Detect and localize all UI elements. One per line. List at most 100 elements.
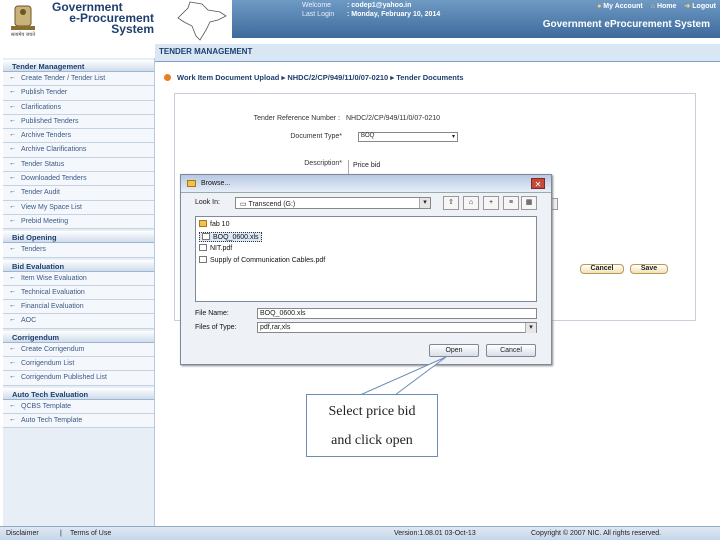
folder-icon bbox=[187, 180, 196, 187]
file-list: fab 10 BOQ_0600.xls NIT.pdf Supply of Co… bbox=[195, 216, 537, 302]
sidebar-item[interactable]: Tender Audit bbox=[3, 186, 154, 201]
chevron-right-icon: ▸ bbox=[390, 73, 395, 82]
file-name: NIT.pdf bbox=[210, 245, 233, 252]
logout-link[interactable]: ➜ Logout bbox=[684, 2, 716, 11]
welcome-value: : codep1@yahoo.in bbox=[347, 2, 412, 9]
file-item-selected[interactable]: BOQ_0600.xls bbox=[199, 232, 262, 242]
chevron-down-icon: ▾ bbox=[451, 134, 455, 140]
cancel-button[interactable]: Cancel bbox=[486, 344, 536, 357]
section-header: TENDER MANAGEMENT bbox=[155, 44, 720, 62]
home-folder-icon[interactable]: ⌂ bbox=[463, 196, 479, 210]
sidebar-item[interactable]: Technical Evaluation bbox=[3, 285, 154, 301]
open-button[interactable]: Open bbox=[429, 344, 479, 357]
header: सत्यमेव जयते Government e-Procurement Sy… bbox=[0, 0, 720, 44]
filetype-label: Files of Type: bbox=[195, 324, 237, 331]
user-icon: ● bbox=[597, 2, 602, 10]
top-bar: Welcome: codep1@yahoo.in Last Login: Mon… bbox=[232, 0, 720, 38]
sidebar-item[interactable]: Publish Tender bbox=[3, 86, 154, 101]
my-account-label: My Account bbox=[603, 2, 643, 10]
chevron-right-icon: ▸ bbox=[281, 73, 286, 82]
svg-text:सत्यमेव जयते: सत्यमेव जयते bbox=[11, 31, 35, 38]
sidebar-item[interactable]: Corrigendum List bbox=[3, 357, 154, 372]
up-folder-icon[interactable]: ⇧ bbox=[443, 196, 459, 210]
sidebar: Tender ManagementCreate Tender / Tender … bbox=[3, 58, 155, 526]
footer: Disclaimer | Terms of Use Version:1.08.0… bbox=[0, 526, 720, 540]
browse-dialog: Browse... ✕ Look In: ▭ Transcend (G:) ▾ ⇧… bbox=[180, 174, 552, 365]
breadcrumb: Work Item Document Upload ▸ NHDC/2/CP/94… bbox=[164, 73, 464, 82]
sidebar-item[interactable]: Archive Clarifications bbox=[3, 143, 154, 158]
bullet-icon bbox=[164, 74, 171, 81]
sidebar-item[interactable]: QCBS Template bbox=[3, 399, 154, 414]
sidebar-item[interactable]: Financial Evaluation bbox=[3, 300, 154, 315]
sidebar-item[interactable]: Clarifications bbox=[3, 100, 154, 115]
form-save-button[interactable]: Save bbox=[630, 264, 668, 274]
sidebar-item[interactable]: Auto Tech Template bbox=[3, 413, 154, 429]
filetype-select[interactable]: pdf,rar,xls ▾ bbox=[257, 322, 537, 333]
sidebar-item[interactable]: Item Wise Evaluation bbox=[3, 271, 154, 286]
breadcrumb-page[interactable]: Work Item Document Upload bbox=[177, 73, 279, 82]
copyright-text: Copyright © 2007 NIC. All rights reserve… bbox=[531, 530, 662, 537]
file-item[interactable]: fab 10 bbox=[199, 220, 229, 228]
brand-line-3: System bbox=[111, 22, 154, 36]
logout-icon: ➜ bbox=[684, 3, 691, 10]
sidebar-item[interactable]: Prebid Meeting bbox=[3, 214, 154, 230]
sidebar-item[interactable]: View My Space List bbox=[3, 200, 154, 215]
breadcrumb-tender[interactable]: NHDC/2/CP/949/11/0/07-0210 bbox=[287, 73, 388, 82]
file-item[interactable]: Supply of Communication Cables.pdf bbox=[199, 256, 325, 264]
sidebar-item[interactable]: Published Tenders bbox=[3, 114, 154, 130]
callout-line-1: Select price bid bbox=[328, 404, 416, 419]
file-icon bbox=[202, 233, 210, 240]
welcome-label: Welcome bbox=[302, 2, 332, 9]
sidebar-section-title: Bid Opening bbox=[3, 231, 154, 244]
india-map-icon bbox=[177, 1, 227, 41]
sidebar-item[interactable]: Tenders bbox=[3, 243, 154, 258]
instruction-callout: Select price bid and click open bbox=[306, 394, 438, 457]
callout-line-2: and click open bbox=[331, 433, 413, 448]
new-folder-icon[interactable]: + bbox=[483, 196, 499, 210]
lookin-label: Look In: bbox=[195, 199, 220, 206]
home-label: Home bbox=[656, 2, 677, 10]
terms-link[interactable]: Terms of Use bbox=[70, 530, 111, 537]
my-account-link[interactable]: ● My Account bbox=[597, 2, 643, 10]
ref-value: NHDC/2/CP/949/11/0/07-0210 bbox=[346, 115, 441, 122]
sidebar-item[interactable]: Downloaded Tenders bbox=[3, 172, 154, 187]
file-item[interactable]: NIT.pdf bbox=[199, 244, 232, 252]
file-icon bbox=[199, 256, 207, 263]
dialog-titlebar[interactable]: Browse... ✕ bbox=[181, 175, 551, 193]
sidebar-item[interactable]: Create Tender / Tender List bbox=[3, 72, 154, 87]
footer-separator: | bbox=[60, 530, 62, 537]
sidebar-section-title: Corrigendum bbox=[3, 330, 154, 343]
desc-label: Description* bbox=[304, 160, 342, 167]
lookin-select[interactable]: ▭ Transcend (G:) ▾ bbox=[235, 197, 431, 209]
version-text: Version:1.08.01 03-Oct-13 bbox=[394, 530, 476, 537]
breadcrumb-doc: Tender Documents bbox=[396, 73, 464, 82]
sidebar-item[interactable]: Corrigendum Published List bbox=[3, 371, 154, 386]
desc-value: Price bid bbox=[353, 162, 381, 169]
lastlogin-value: : Monday, February 10, 2014 bbox=[347, 11, 441, 18]
chevron-down-icon: ▾ bbox=[525, 323, 536, 333]
sidebar-item[interactable]: AOC bbox=[3, 314, 154, 329]
filetype-value: pdf,rar,xls bbox=[260, 324, 291, 331]
doctype-label: Document Type* bbox=[290, 133, 342, 140]
sidebar-item[interactable]: Create Corrigendum bbox=[3, 342, 154, 358]
home-link[interactable]: ⌂ Home bbox=[651, 2, 677, 10]
folder-icon bbox=[199, 220, 207, 227]
sidebar-item[interactable]: Archive Tenders bbox=[3, 129, 154, 144]
home-icon: ⌂ bbox=[650, 2, 655, 10]
filename-input[interactable]: BOQ_0600.xls bbox=[257, 308, 537, 319]
sidebar-item[interactable]: Tender Status bbox=[3, 157, 154, 173]
doctype-value: BOQ bbox=[361, 133, 375, 139]
details-view-icon[interactable]: ▦ bbox=[521, 196, 537, 210]
section-title: TENDER MANAGEMENT bbox=[159, 47, 253, 56]
list-view-icon[interactable]: ≡ bbox=[503, 196, 519, 210]
lookin-value: Transcend (G:) bbox=[248, 201, 296, 208]
dialog-title: Browse... bbox=[201, 180, 231, 187]
doctype-select[interactable]: BOQ ▾ bbox=[358, 132, 458, 142]
close-icon[interactable]: ✕ bbox=[531, 178, 545, 189]
top-nav: ● My Account ⌂ Home ➜ Logout bbox=[597, 2, 716, 11]
file-name: BOQ_0600.xls bbox=[213, 234, 259, 241]
chevron-down-icon: ▾ bbox=[419, 198, 430, 208]
ref-label: Tender Reference Number : bbox=[253, 115, 340, 122]
disclaimer-link[interactable]: Disclaimer bbox=[6, 530, 39, 537]
form-cancel-button[interactable]: Cancel bbox=[580, 264, 624, 274]
